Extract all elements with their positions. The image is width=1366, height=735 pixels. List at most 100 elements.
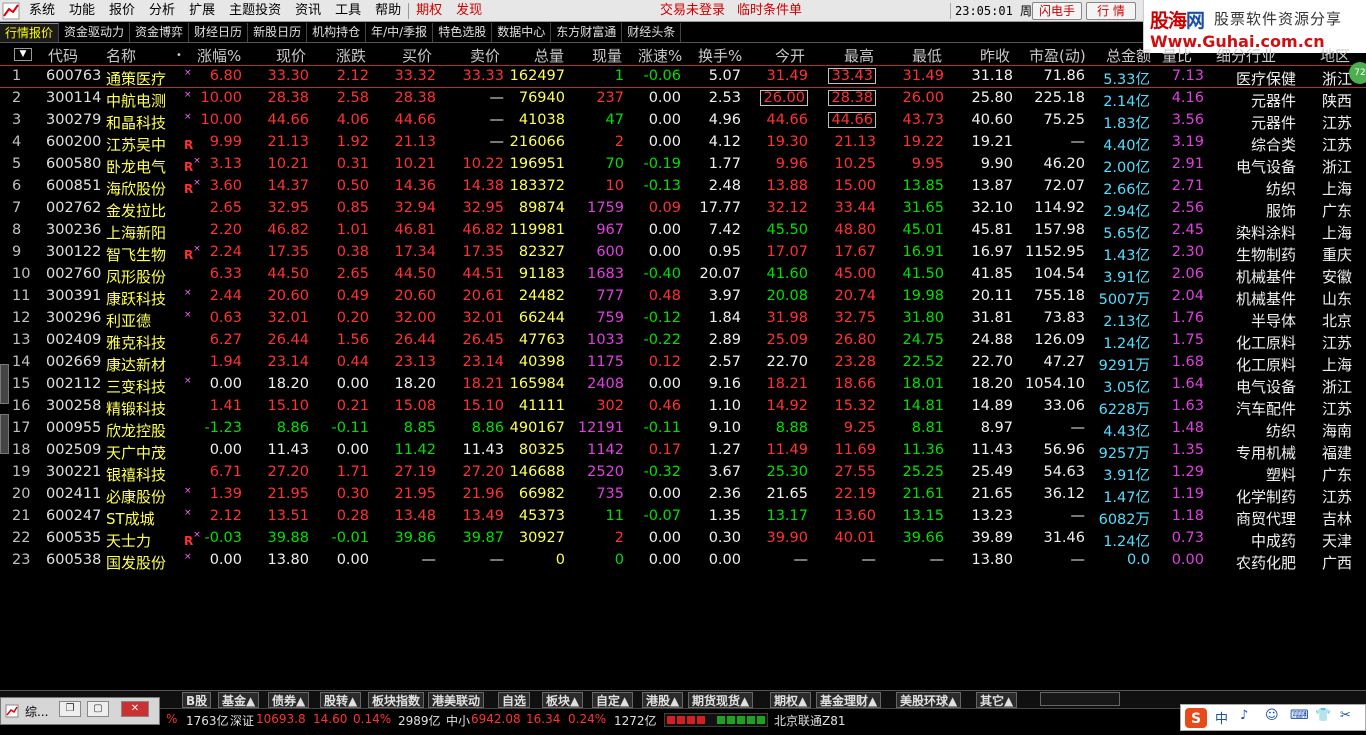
table-row[interactable]: 20 × 002411 必康股份 1.39 21.95 0.30 21.95 21.96 6698…	[0, 484, 1366, 506]
table-row[interactable]: 22 R × 600535 天士力 -0.03 39.88 -0.01 39.86 39.87 30…	[0, 528, 1366, 550]
menu-item-2[interactable]: 报价	[102, 0, 142, 22]
restore-icon[interactable]: ❐	[59, 701, 81, 717]
market-button[interactable]: 行 情	[1086, 2, 1136, 20]
menu-item-8[interactable]: 帮助	[368, 0, 408, 22]
table-row[interactable]: 2 × 300114 中航电测 10.00 28.38 2.58 28.38—76940 237…	[0, 88, 1366, 110]
table-row[interactable]: 14 002669 康达新材 1.94 23.14 0.44 23.13 23.14 40398…	[0, 352, 1366, 374]
menu-item-4[interactable]: 扩展	[182, 0, 222, 22]
tray-item-icon-0[interactable]: 中	[1215, 708, 1228, 727]
tray-item-icon-3[interactable]: ⌨	[1290, 708, 1309, 723]
col-header-vol[interactable]: 总量	[534, 45, 564, 66]
table-row[interactable]: 12 × 300296 利亚德 0.63 32.01 0.20 32.00 32.01 66244…	[0, 308, 1366, 330]
bottom-tab-13[interactable]: 美股环球▲	[896, 692, 962, 708]
col-header-high[interactable]: 最高	[844, 45, 874, 66]
horizontal-scrollbar[interactable]	[1040, 692, 1120, 706]
bottom-tab-14[interactable]: 其它▲	[976, 692, 1018, 708]
menu-item-3[interactable]: 分析	[142, 0, 182, 22]
col-header-vr[interactable]: 量比	[1162, 45, 1192, 66]
sort-toggle-icon[interactable]: ▼	[14, 48, 32, 61]
bottom-tab-8[interactable]: 自定▲	[592, 692, 634, 708]
col-header-low[interactable]: 最低	[912, 45, 942, 66]
col-header-code[interactable]: 代码	[48, 45, 78, 66]
col-header-ask[interactable]: 卖价	[470, 45, 500, 66]
col-header-bid[interactable]: 买价	[402, 45, 432, 66]
menu-item-red-1[interactable]: 发现	[449, 0, 489, 22]
tab-5[interactable]: 机构持仓	[307, 23, 367, 42]
tab-4[interactable]: 新股日历	[248, 23, 308, 42]
bottom-tab-12[interactable]: 基金理财▲	[816, 692, 882, 708]
bottom-tab-4[interactable]: 板块指数	[368, 692, 425, 708]
side-expand-handle[interactable]	[0, 414, 9, 454]
tab-8[interactable]: 数据中心	[492, 23, 552, 42]
tab-1[interactable]: 资金驱动力	[59, 23, 131, 42]
col-header-cur[interactable]: 现量	[592, 45, 622, 66]
table-row[interactable]: 21 × 600247 ST成城 2.12 13.51 0.28 13.48 13.49 4537…	[0, 506, 1366, 528]
maximize-icon[interactable]: ▢	[87, 701, 109, 717]
tray-item-icon-2[interactable]: ☺	[1265, 708, 1279, 723]
col-header-turn[interactable]: 换手%	[698, 45, 742, 66]
side-collapse-handle[interactable]	[0, 364, 9, 404]
bottom-tab-2[interactable]: 债券▲	[268, 692, 310, 708]
col-header-amt[interactable]: 总金额	[1106, 45, 1151, 66]
table-row[interactable]: 5 R × 600580 卧龙电气 3.13 10.21 0.31 10.21 10.22 1969…	[0, 154, 1366, 176]
table-row[interactable]: 7 002762 金发拉比 2.65 32.95 0.85 32.94 32.95 89874 1…	[0, 198, 1366, 220]
table-row[interactable]: 16 300258 精锻科技 1.41 15.10 0.21 15.08 15.10 41111…	[0, 396, 1366, 418]
col-header-delta[interactable]: 涨跌	[336, 45, 366, 66]
tab-0[interactable]: 行情报价	[0, 23, 60, 42]
table-row[interactable]: 11 × 300391 康跃科技 2.44 20.60 0.49 20.60 20.61 2448…	[0, 286, 1366, 308]
bottom-tab-11[interactable]: 期权▲	[770, 692, 812, 708]
table-row[interactable]: 9 R × 300122 智飞生物 2.24 17.35 0.38 17.34 17.35 8232…	[0, 242, 1366, 264]
table-row[interactable]: 3 × 300279 和晶科技 10.00 44.66 4.06 44.66—41038 47 0…	[0, 110, 1366, 132]
taskbar-preview-window[interactable]: 综... ❐ ▢ ✕	[0, 697, 160, 725]
menu-item-1[interactable]: 功能	[62, 0, 102, 22]
sogou-ime-icon[interactable]: S	[1185, 708, 1207, 728]
bottom-tab-7[interactable]: 板块▲	[542, 692, 584, 708]
bottom-tab-6[interactable]: 自选	[498, 692, 531, 708]
table-row[interactable]: 1 × 600763 通策医疗 6.80 33.30 2.12 33.32 33.33 16249…	[0, 66, 1366, 88]
flash-trade-button[interactable]: 闪电手	[1032, 2, 1083, 20]
table-row[interactable]: 6 R × 600851 海欣股份 3.60 14.37 0.50 14.36 14.38 1833…	[0, 176, 1366, 198]
tab-6[interactable]: 年/中/季报	[366, 23, 434, 42]
table-row[interactable]: 23 × 600538 国发股份 0.00 13.80 0.00— —0 0 0.00 0.00— —…	[0, 550, 1366, 572]
temp-condition-order-link[interactable]: 临时条件单	[737, 0, 802, 22]
bottom-tab-10[interactable]: 期货现货▲	[688, 692, 754, 708]
table-row[interactable]: 18 002509 天广中茂 0.00 11.43 0.00 11.42 11.43 80325…	[0, 440, 1366, 462]
table-row[interactable]: 17 000955 欣龙控股 -1.23 8.86 -0.11 8.85 8.86 490167…	[0, 418, 1366, 440]
tab-9[interactable]: 东方财富通	[551, 23, 623, 42]
bottom-tab-0[interactable]: B股	[182, 692, 212, 708]
col-header-open[interactable]: 今开	[775, 45, 805, 66]
tab-10[interactable]: 财经头条	[622, 23, 682, 42]
tray-item-icon-5[interactable]: ✂	[1340, 708, 1351, 723]
menu-item-6[interactable]: 资讯	[288, 0, 328, 22]
close-icon[interactable]: ✕	[121, 701, 149, 717]
notification-badge[interactable]: 72	[1349, 62, 1366, 84]
table-row[interactable]: 19 300221 银禧科技 6.71 27.20 1.71 27.19 27.20 14668…	[0, 462, 1366, 484]
menu-item-red-0[interactable]: 期权	[409, 0, 449, 22]
tab-7[interactable]: 特色选股	[433, 23, 493, 42]
col-header-chg[interactable]: 涨幅%	[197, 45, 241, 66]
bottom-tab-1[interactable]: 基金▲	[218, 692, 260, 708]
col-header-name[interactable]: 名称	[106, 45, 136, 66]
table-row[interactable]: 13 002409 雅克科技 6.27 26.44 1.56 26.44 26.45 47763…	[0, 330, 1366, 352]
tray-item-icon-1[interactable]: ♪	[1240, 708, 1248, 723]
table-row[interactable]: 15 × 002112 三变科技 0.00 18.20 0.00 18.20 18.21 1659…	[0, 374, 1366, 396]
menu-item-7[interactable]: 工具	[328, 0, 368, 22]
col-header-price[interactable]: 现价	[276, 45, 306, 66]
menu-item-0[interactable]: 系统	[22, 0, 62, 22]
col-header-pe[interactable]: 市盈(动)	[1029, 45, 1086, 66]
col-header-ind[interactable]: 细分行业	[1216, 45, 1276, 66]
table-row[interactable]: 8 300236 上海新阳 2.20 46.82 1.01 46.81 46.82 119981…	[0, 220, 1366, 242]
table-row[interactable]: 4 R 600200 江苏吴中 9.99 21.13 1.92 21.13—216066 2 0.…	[0, 132, 1366, 154]
tab-3[interactable]: 财经日历	[189, 23, 249, 42]
bottom-tab-3[interactable]: 股转▲	[320, 692, 362, 708]
col-header-prev[interactable]: 昨收	[980, 45, 1010, 66]
col-header-reg[interactable]: 地区	[1320, 45, 1350, 66]
menu-item-5[interactable]: 主题投资	[222, 0, 288, 22]
tray-item-icon-4[interactable]: 👕	[1315, 708, 1331, 723]
table-row[interactable]: 10 002760 凤形股份 6.33 44.50 2.65 44.50 44.51 91183…	[0, 264, 1366, 286]
col-header-spd[interactable]: 涨速%	[638, 45, 682, 66]
bottom-tab-9[interactable]: 港股▲	[642, 692, 684, 708]
bottom-tab-5[interactable]: 港美联动	[428, 692, 485, 708]
login-status-link[interactable]: 交易未登录	[660, 0, 725, 22]
tab-2[interactable]: 资金博弈	[130, 23, 190, 42]
